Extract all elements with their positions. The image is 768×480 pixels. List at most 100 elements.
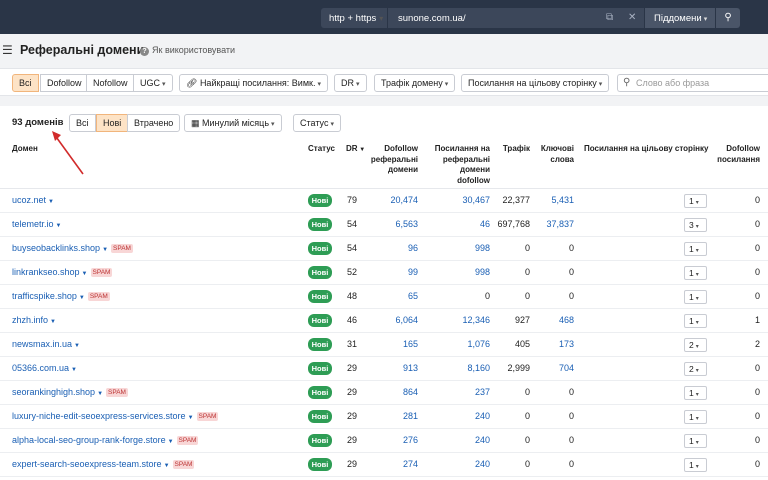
domain-link[interactable]: expert-search-seoexpress-team.store ▼ SPAM [12, 459, 195, 469]
target-links-select[interactable]: 1 ▾ [684, 458, 707, 472]
chevron-down-icon[interactable]: ▼ [71, 367, 77, 373]
keywords-value[interactable]: 5,431 [532, 195, 574, 205]
chevron-down-icon[interactable]: ▼ [82, 271, 88, 277]
domain-link[interactable]: alpha-local-seo-group-rank-forge.store ▼ S… [12, 435, 199, 445]
links-value[interactable]: 237 [420, 387, 490, 397]
tab-new[interactable]: Нові [96, 114, 129, 132]
keywords-value[interactable]: 0 [532, 387, 574, 397]
domain-link[interactable]: trafficspike.shop ▼ SPAM [12, 291, 110, 301]
dr-filter[interactable]: DR ▾ [334, 74, 367, 92]
target-links-select[interactable]: 1 ▾ [684, 266, 707, 280]
scope-select[interactable]: Піддомени ▾ [645, 8, 715, 28]
target-links-select[interactable]: 1 ▾ [684, 434, 707, 448]
target-links-select[interactable]: 2 ▾ [684, 362, 707, 376]
dofollow-domains-value[interactable]: 913 [358, 363, 418, 373]
links-value[interactable]: 12,346 [420, 315, 490, 325]
domain-link[interactable]: linkrankseo.shop ▼ SPAM [12, 267, 113, 277]
links-value[interactable]: 8,160 [420, 363, 490, 373]
protocol-select[interactable]: http + https ▾ [321, 8, 387, 28]
dofollow-domains-value[interactable]: 274 [358, 459, 418, 469]
chevron-down-icon[interactable]: ▼ [164, 463, 170, 469]
domain-link[interactable]: zhzh.info ▼ [12, 315, 56, 325]
domain-link[interactable]: telemetr.io ▼ [12, 219, 61, 229]
target-links-select[interactable]: 1 ▾ [684, 194, 707, 208]
target-links-select[interactable]: 1 ▾ [684, 242, 707, 256]
domain-link[interactable]: luxury-niche-edit-seoexpress-services.st… [12, 411, 219, 421]
col-target[interactable]: Посилання на цільову сторінку [584, 144, 708, 155]
filter-all[interactable]: Всі [12, 74, 39, 92]
links-value[interactable]: 46 [420, 219, 490, 229]
target-links-filter[interactable]: Посилання на цільову сторінку ▾ [461, 74, 610, 92]
links-value[interactable]: 30,467 [420, 195, 490, 205]
dofollow-domains-value[interactable]: 6,064 [358, 315, 418, 325]
chevron-down-icon[interactable]: ▼ [168, 439, 174, 445]
links-value[interactable]: 998 [420, 267, 490, 277]
dofollow-domains-value[interactable]: 99 [358, 267, 418, 277]
dofollow-domains-value[interactable]: 864 [358, 387, 418, 397]
dofollow-domains-value[interactable]: 165 [358, 339, 418, 349]
filter-dofollow[interactable]: Dofollow [40, 74, 89, 92]
domain-link[interactable]: 05366.com.ua ▼ [12, 363, 77, 373]
chevron-down-icon[interactable]: ▼ [79, 295, 85, 301]
col-traffic[interactable]: Трафік [490, 144, 530, 155]
dofollow-domains-value[interactable]: 96 [358, 243, 418, 253]
tab-lost[interactable]: Втрачено [127, 114, 181, 132]
col-keywords[interactable]: Ключові слова [532, 144, 574, 165]
domain-link[interactable]: newsmax.in.ua ▼ [12, 339, 80, 349]
status-select[interactable]: Статус ▾ [293, 114, 341, 132]
keywords-value[interactable]: 704 [532, 363, 574, 373]
links-value[interactable]: 1,076 [420, 339, 490, 349]
keywords-value[interactable]: 0 [532, 459, 574, 469]
filter-ugc[interactable]: UGC ▾ [133, 74, 173, 92]
phrase-search-input[interactable]: ⚲ Слово або фраза [617, 74, 768, 92]
dofollow-domains-value[interactable]: 65 [358, 291, 418, 301]
chevron-down-icon[interactable]: ▼ [102, 247, 108, 253]
best-links-filter[interactable]: 🔗︎ Найкращі посилання: Вимк. ▾ [179, 74, 328, 92]
chevron-down-icon[interactable]: ▼ [56, 223, 62, 229]
links-value[interactable]: 240 [420, 459, 490, 469]
chevron-down-icon[interactable]: ▼ [188, 415, 194, 421]
target-links-select[interactable]: 1 ▾ [684, 290, 707, 304]
keywords-value[interactable]: 173 [532, 339, 574, 349]
domain-link[interactable]: seorankinghigh.shop ▼ SPAM [12, 387, 128, 397]
menu-icon[interactable]: ☰ [2, 43, 13, 57]
chevron-down-icon[interactable]: ▼ [97, 391, 103, 397]
dofollow-domains-value[interactable]: 276 [358, 435, 418, 445]
keywords-value[interactable]: 468 [532, 315, 574, 325]
search-button[interactable]: ⚲ [716, 8, 740, 28]
dofollow-domains-value[interactable]: 20,474 [358, 195, 418, 205]
links-value[interactable]: 998 [420, 243, 490, 253]
target-links-select[interactable]: 3 ▾ [684, 218, 707, 232]
chevron-down-icon[interactable]: ▼ [48, 199, 54, 205]
domain-link[interactable]: buyseobacklinks.shop ▼ SPAM [12, 243, 133, 253]
col-dofollow-domains[interactable]: Dofollow реферальні домени [358, 144, 418, 176]
external-link-icon[interactable]: ⧉ [606, 12, 613, 23]
target-links-select[interactable]: 1 ▾ [684, 410, 707, 424]
keywords-value[interactable]: 0 [532, 411, 574, 421]
traffic-filter[interactable]: Трафік домену ▾ [374, 74, 456, 92]
keywords-value[interactable]: 0 [532, 435, 574, 445]
period-select[interactable]: ▦ Минулий місяць ▾ [184, 114, 282, 132]
chevron-down-icon[interactable]: ▼ [74, 343, 80, 349]
links-value[interactable]: 0 [420, 291, 490, 301]
target-links-select[interactable]: 2 ▾ [684, 338, 707, 352]
keywords-value[interactable]: 0 [532, 291, 574, 301]
col-links[interactable]: Посилання на реферальні домени dofollow [420, 144, 490, 186]
clear-icon[interactable]: ✕ [628, 12, 636, 23]
keywords-value[interactable]: 37,837 [532, 219, 574, 229]
domain-link[interactable]: ucoz.net ▼ [12, 195, 54, 205]
links-value[interactable]: 240 [420, 435, 490, 445]
col-domain[interactable]: Домен [12, 144, 38, 155]
dofollow-domains-value[interactable]: 6,563 [358, 219, 418, 229]
keywords-value[interactable]: 0 [532, 267, 574, 277]
keywords-value[interactable]: 0 [532, 243, 574, 253]
filter-nofollow[interactable]: Nofollow [86, 74, 135, 92]
links-value[interactable]: 240 [420, 411, 490, 421]
col-status[interactable]: Статус [308, 144, 335, 155]
target-links-select[interactable]: 1 ▾ [684, 314, 707, 328]
col-dofollow-links[interactable]: Dofollow посилання [710, 144, 760, 165]
target-links-select[interactable]: 1 ▾ [684, 386, 707, 400]
chevron-down-icon[interactable]: ▼ [50, 319, 56, 325]
dofollow-domains-value[interactable]: 281 [358, 411, 418, 421]
how-to-use-link[interactable]: ? Як використовувати [140, 45, 235, 56]
